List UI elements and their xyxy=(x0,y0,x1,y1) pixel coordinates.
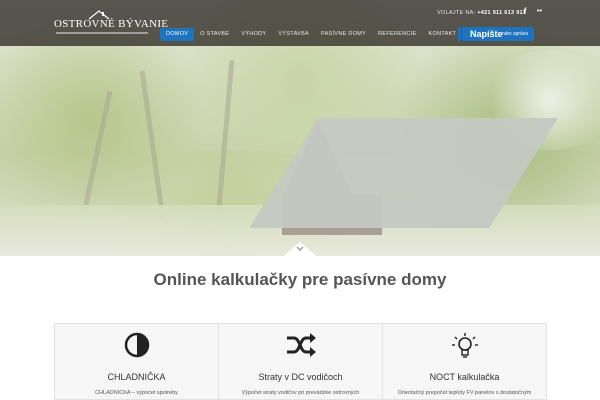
calculator-cards: CHLADNIČKA CHLADNIČKA – výpočet spotreby… xyxy=(54,323,547,400)
chevron-down-icon[interactable] xyxy=(296,246,304,254)
flickr-icon[interactable]: •• xyxy=(537,8,542,15)
page-title: Online kalkulačky pre pasívne domy xyxy=(153,270,447,289)
card-text: CHLADNIČKA – výpočet spotreby xyxy=(95,390,178,396)
logo-text: OSTROVNÉ BÝVANIE xyxy=(54,18,169,30)
phone-contact: VOLAJTE NA: +421 911 613 911 xyxy=(437,10,526,16)
cta-sub-label: nám správu xyxy=(502,31,529,37)
write-message-button[interactable]: Napíšte nám správu xyxy=(458,27,534,41)
card-title: Straty v DC vodičoch xyxy=(258,372,343,382)
site-header: OSTROVNÉ BÝVANIE VOLAJTE NA: +421 911 61… xyxy=(0,0,600,46)
card-title: NOCT kalkulačka xyxy=(429,372,500,382)
cta-accent-bar xyxy=(458,27,461,41)
phone-number[interactable]: +421 911 613 911 xyxy=(477,10,526,16)
card-straty-dc[interactable]: Straty v DC vodičoch Výpočet straty vodi… xyxy=(219,324,383,399)
shuffle-icon xyxy=(286,333,316,357)
half-circle-icon xyxy=(124,332,149,358)
main-nav: DOMOV O STAVBE VÝHODY VÝSTAVBA PASÍVNE D… xyxy=(160,28,462,41)
nav-item-o-stavbe[interactable]: O STAVBE xyxy=(194,28,235,41)
card-chladnicka[interactable]: CHLADNIČKA CHLADNIČKA – výpočet spotreby xyxy=(55,324,219,399)
facebook-icon[interactable]: f xyxy=(524,8,526,15)
nav-item-vyhody[interactable]: VÝHODY xyxy=(235,28,272,41)
phone-label: VOLAJTE NA: xyxy=(437,10,476,16)
nav-item-kontakt[interactable]: KONTAKT xyxy=(423,28,463,41)
card-title: CHLADNIČKA xyxy=(107,372,166,382)
lightbulb-icon xyxy=(451,333,478,358)
nav-item-domov[interactable]: DOMOV xyxy=(160,28,195,41)
card-noct[interactable]: NOCT kalkulačka Orientačný prepočet tepl… xyxy=(383,324,546,399)
nav-item-referencie[interactable]: REFERENCIE xyxy=(372,28,422,41)
logo-underline xyxy=(56,32,148,34)
site-logo[interactable]: OSTROVNÉ BÝVANIE xyxy=(54,10,168,36)
cta-main-label: Napíšte xyxy=(470,29,503,39)
card-text: Výpočet straty vodičov pri prevádzke ost… xyxy=(241,390,360,396)
nav-item-vystavba[interactable]: VÝSTAVBA xyxy=(272,28,315,41)
nav-item-pasivne-domy[interactable]: PASÍVNE DOMY xyxy=(315,28,372,41)
card-text: Orientačný prepočet teploty FV panelov s… xyxy=(397,390,532,396)
